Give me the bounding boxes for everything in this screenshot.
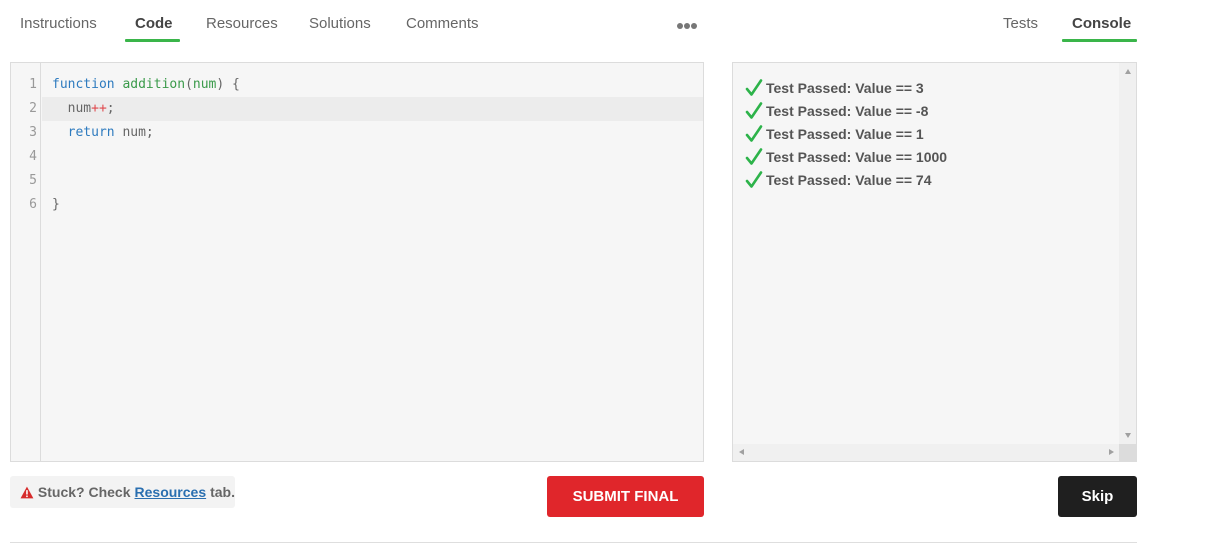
code-text: return num; bbox=[52, 121, 154, 145]
code-token: num bbox=[52, 101, 92, 116]
console-result-line: Test Passed: Value == 1 bbox=[745, 123, 924, 145]
tab-resources[interactable]: Resources bbox=[206, 15, 278, 32]
test-result-text: Test Passed: Value == 3 bbox=[766, 80, 924, 96]
check-icon bbox=[745, 148, 763, 165]
code-line[interactable]: 2 num++; bbox=[11, 97, 703, 121]
code-text: function addition(num) { bbox=[52, 73, 240, 97]
line-number: 2 bbox=[29, 101, 37, 116]
submit-final-button[interactable]: SUBMIT FINAL bbox=[547, 476, 704, 517]
check-icon bbox=[745, 102, 763, 119]
scrollbar-corner bbox=[1119, 444, 1136, 461]
code-line[interactable]: 5 bbox=[11, 169, 703, 193]
code-token: ) { bbox=[216, 77, 240, 92]
code-token: num; bbox=[114, 125, 154, 140]
active-tab-underline bbox=[125, 39, 180, 42]
line-number: 6 bbox=[29, 197, 37, 212]
skip-button[interactable]: Skip bbox=[1058, 476, 1137, 517]
tab-instructions[interactable]: Instructions bbox=[20, 15, 97, 32]
scroll-right-arrow-icon[interactable] bbox=[1109, 449, 1114, 455]
check-icon bbox=[745, 79, 763, 96]
line-number: 4 bbox=[29, 149, 37, 164]
code-token: ++ bbox=[91, 101, 107, 116]
code-text: num++; bbox=[52, 97, 115, 121]
code-text: } bbox=[52, 193, 60, 217]
code-token: ; bbox=[106, 101, 115, 116]
code-token: ( bbox=[185, 77, 193, 92]
test-result-text: Test Passed: Value == 1 bbox=[766, 126, 924, 142]
code-token: num bbox=[192, 77, 217, 92]
console-result-line: Test Passed: Value == 3 bbox=[745, 77, 924, 99]
line-number: 3 bbox=[29, 125, 37, 140]
tab-code[interactable]: Code bbox=[135, 15, 173, 32]
tab-console[interactable]: Console bbox=[1072, 15, 1131, 32]
warning-icon bbox=[20, 486, 34, 498]
test-result-text: Test Passed: Value == 74 bbox=[766, 172, 932, 188]
code-line[interactable]: 3 return num; bbox=[11, 121, 703, 145]
line-number: 1 bbox=[29, 77, 37, 92]
check-icon bbox=[745, 171, 763, 188]
more-dots-icon[interactable] bbox=[676, 16, 700, 36]
bottom-divider bbox=[10, 542, 1137, 543]
horizontal-scrollbar[interactable] bbox=[733, 444, 1121, 461]
code-line[interactable]: 1 function addition(num) { bbox=[11, 73, 703, 97]
line-number: 5 bbox=[29, 173, 37, 188]
stuck-hint: Stuck? Check Resources tab. bbox=[10, 476, 235, 508]
scroll-up-arrow-icon[interactable] bbox=[1125, 69, 1131, 74]
code-token: } bbox=[52, 197, 60, 212]
tab-tests[interactable]: Tests bbox=[1003, 15, 1038, 32]
test-result-text: Test Passed: Value == -8 bbox=[766, 103, 929, 119]
console-panel[interactable]: Test Passed: Value == 3 Test Passed: Valu… bbox=[732, 62, 1137, 462]
vertical-scrollbar[interactable] bbox=[1119, 63, 1136, 446]
test-result-text: Test Passed: Value == 1000 bbox=[766, 149, 948, 165]
scroll-down-arrow-icon[interactable] bbox=[1125, 433, 1131, 438]
code-line[interactable]: 6} bbox=[11, 193, 703, 217]
resources-link[interactable]: Resources bbox=[135, 484, 207, 500]
hint-suffix: tab. bbox=[210, 484, 235, 500]
hint-prefix: Stuck? Check bbox=[37, 484, 131, 500]
tab-comments[interactable]: Comments bbox=[406, 15, 479, 32]
code-token: function bbox=[52, 77, 115, 92]
code-editor[interactable]: 1 function addition(num) {2 num++; 3 retur… bbox=[10, 62, 704, 462]
code-token: return bbox=[67, 125, 115, 140]
console-result-line: Test Passed: Value == 1000 bbox=[745, 146, 947, 168]
console-result-line: Test Passed: Value == -8 bbox=[745, 100, 928, 122]
tab-solutions[interactable]: Solutions bbox=[309, 15, 371, 32]
active-tab-underline-console bbox=[1062, 39, 1137, 42]
console-result-line: Test Passed: Value == 74 bbox=[745, 169, 932, 191]
check-icon bbox=[745, 125, 763, 142]
left-tab-bar: Instructions Code Resources Solutions Co… bbox=[0, 0, 704, 44]
code-token: addition bbox=[122, 77, 186, 92]
code-line[interactable]: 4 bbox=[11, 145, 703, 169]
scroll-left-arrow-icon[interactable] bbox=[739, 449, 744, 455]
